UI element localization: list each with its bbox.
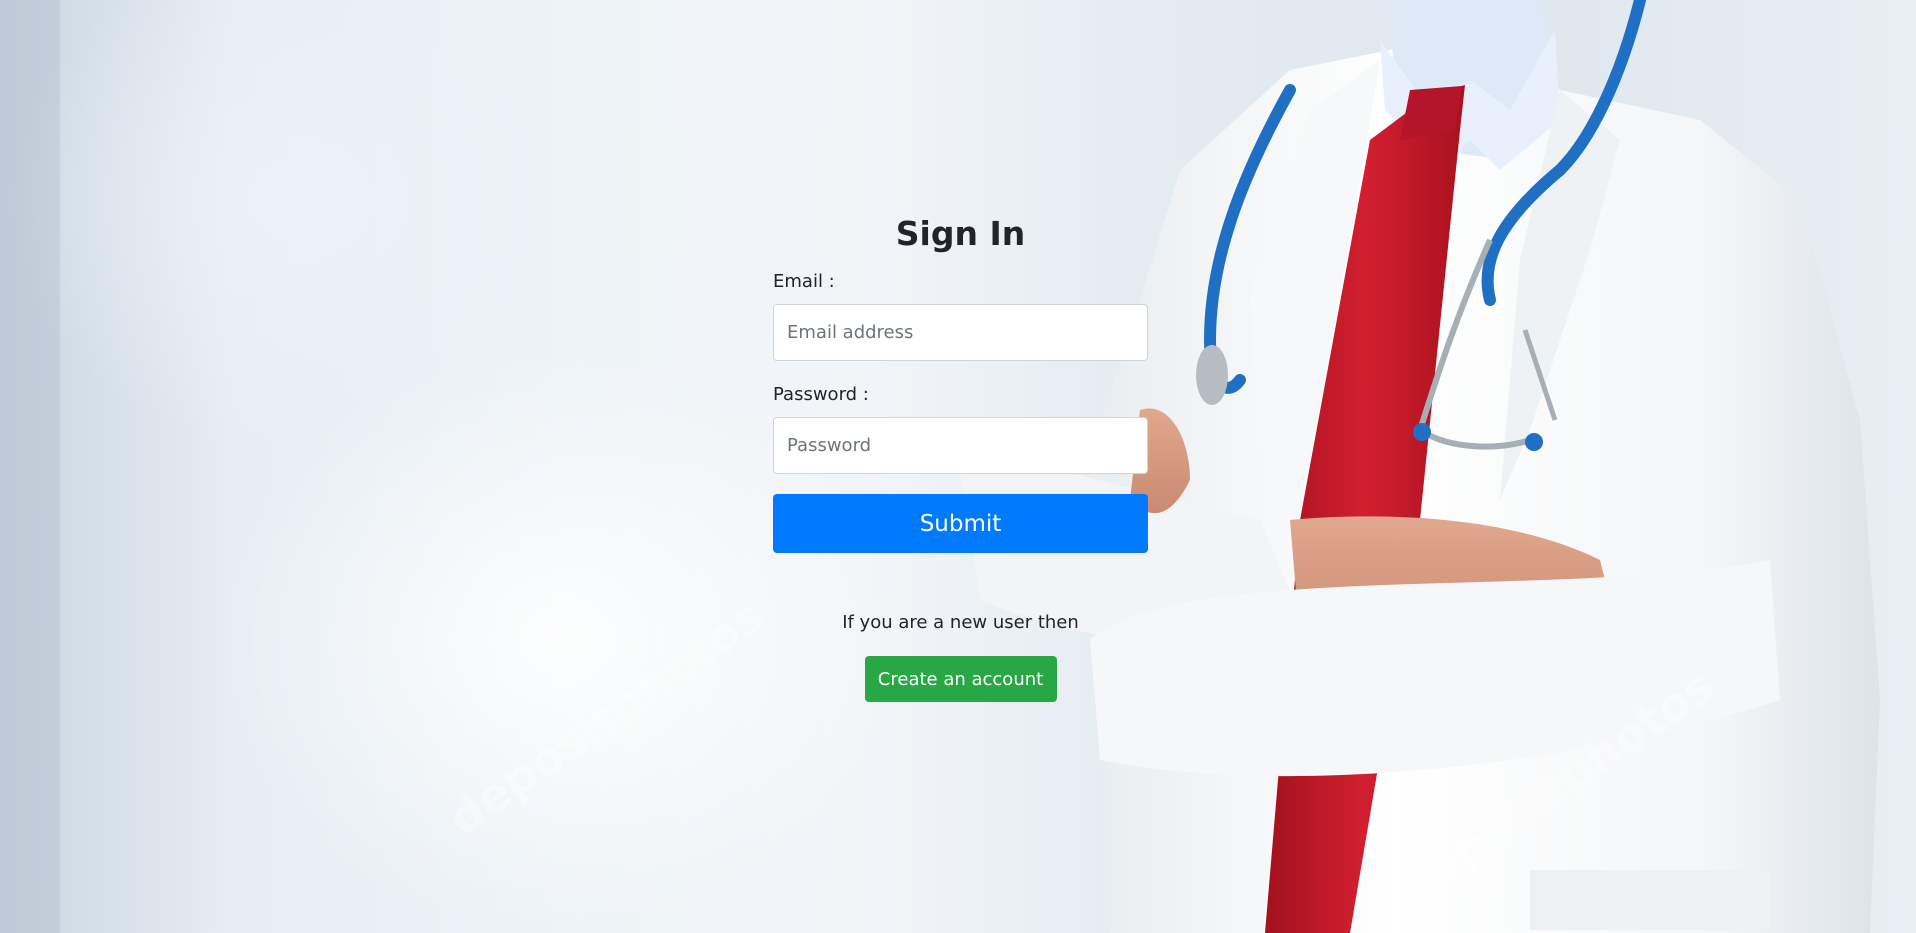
submit-button[interactable]: Submit — [773, 494, 1148, 553]
password-field[interactable] — [773, 417, 1148, 474]
password-label: Password : — [773, 384, 869, 405]
login-page: depositphotos depositphotos Sign In Emai… — [0, 0, 1916, 933]
email-label: Email : — [773, 271, 835, 292]
page-title: Sign In — [895, 214, 1026, 253]
create-account-button[interactable]: Create an account — [864, 656, 1057, 702]
signin-form: Sign In Email : Password : Submit If you… — [773, 204, 1148, 702]
new-user-prompt: If you are a new user then — [842, 612, 1079, 633]
email-field[interactable] — [773, 304, 1148, 361]
